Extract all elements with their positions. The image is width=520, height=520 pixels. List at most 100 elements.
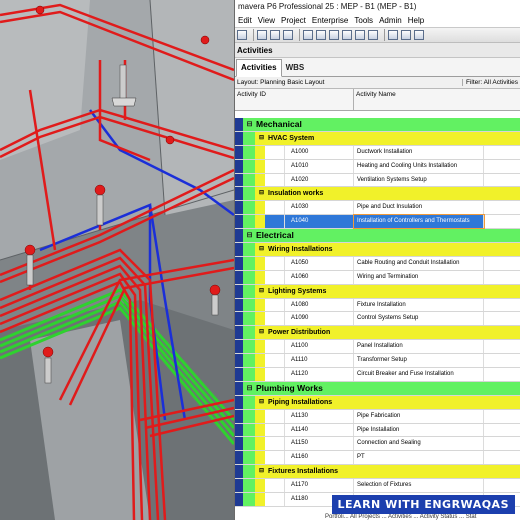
activity-id-cell[interactable]: A1000 <box>285 145 354 159</box>
undo-icon[interactable] <box>237 30 247 40</box>
tab-wbs[interactable]: WBS <box>282 60 309 76</box>
menu-help[interactable]: Help <box>408 14 424 27</box>
activity-row[interactable]: A1100 Panel Installation <box>235 340 520 355</box>
activity-id-cell[interactable]: A1140 <box>285 423 354 437</box>
activity-row[interactable]: A1140 Pipe Installation <box>235 423 520 438</box>
activity-name-cell[interactable]: Pipe Fabrication <box>354 409 484 423</box>
column-header-activity-name[interactable]: Activity Name <box>354 89 520 110</box>
activity-row[interactable]: A1010 Heating and Cooling Units Installat… <box>235 159 520 174</box>
activity-row[interactable]: A1150 Connection and Sealing <box>235 437 520 452</box>
activity-row[interactable]: A1020 Ventilation Systems Setup <box>235 173 520 188</box>
activity-id-cell[interactable]: A1150 <box>285 437 354 451</box>
activity-id-cell[interactable]: A1080 <box>285 298 354 312</box>
activity-name-cell[interactable]: Transformer Setup <box>354 354 484 368</box>
column-header-activity-id[interactable]: Activity ID <box>235 89 354 110</box>
collapse-icon[interactable]: ⊟ <box>255 396 268 409</box>
paste-icon[interactable] <box>329 30 339 40</box>
activity-row[interactable]: A1090 Control Systems Setup <box>235 312 520 327</box>
activity-row-selected[interactable]: A1040 Installation of Controllers and The… <box>235 214 520 230</box>
layout-selector[interactable]: Layout: Planning Basic Layout <box>237 79 324 86</box>
activity-id-cell[interactable]: A1160 <box>285 451 354 465</box>
copy-icon[interactable] <box>316 30 326 40</box>
activity-name-cell[interactable]: Heating and Cooling Units Installation <box>354 159 484 173</box>
bars-icon[interactable] <box>401 30 411 40</box>
wbs-row-level1[interactable]: ⊟ Plumbing Works <box>235 381 520 396</box>
cut-icon[interactable] <box>342 30 352 40</box>
activity-name-cell[interactable]: Fixture Installation <box>354 298 484 312</box>
menu-tools[interactable]: Tools <box>354 14 373 27</box>
collapse-icon[interactable]: ⊟ <box>243 229 256 242</box>
wbs-row-level2[interactable]: ⊟ Power Distribution <box>235 326 520 341</box>
collapse-icon[interactable]: ⊟ <box>255 187 268 200</box>
activity-name-cell[interactable]: PT <box>354 451 484 465</box>
zoom-icon[interactable] <box>414 30 424 40</box>
activity-id-cell[interactable]: A1040 <box>285 215 354 229</box>
3d-model-viewport[interactable] <box>0 0 234 520</box>
filter-icon[interactable] <box>283 30 293 40</box>
collapse-icon[interactable]: ⊟ <box>243 382 256 395</box>
activity-name-cell[interactable]: Ventilation Systems Setup <box>354 173 484 187</box>
menu-admin[interactable]: Admin <box>379 14 402 27</box>
schedule-icon[interactable] <box>368 30 378 40</box>
tab-activities[interactable]: Activities <box>236 59 282 77</box>
wbs-row-level2[interactable]: ⊟ Lighting Systems <box>235 284 520 299</box>
activity-row[interactable]: A1120 Circuit Breaker and Fuse Installati… <box>235 368 520 382</box>
menu-enterprise[interactable]: Enterprise <box>312 14 348 27</box>
wbs-row-level1[interactable]: ⊟ Mechanical <box>235 118 520 132</box>
filter-selector[interactable]: Filter: All Activities <box>461 79 518 86</box>
activity-row[interactable]: A1170 Selection of Fixtures <box>235 479 520 494</box>
wbs-row-level1[interactable]: ⊟ Electrical <box>235 229 520 244</box>
activity-id-cell[interactable]: A1110 <box>285 354 354 368</box>
menu-project[interactable]: Project <box>281 14 306 27</box>
activity-id-cell[interactable]: A1020 <box>285 173 354 187</box>
collapse-icon[interactable]: ⊟ <box>255 326 268 339</box>
activity-id-cell[interactable]: A1130 <box>285 409 354 423</box>
layout-icon[interactable] <box>257 30 267 40</box>
columns-icon[interactable] <box>270 30 280 40</box>
activity-row[interactable]: A1160 PT <box>235 451 520 466</box>
bottom-tab-strip[interactable]: Portfoli... All Projects ... Activities … <box>325 514 476 520</box>
activity-name-cell[interactable]: Pipe and Duct Insulation <box>354 201 484 215</box>
wbs-row-level2[interactable]: ⊟ HVAC System <box>235 131 520 146</box>
wbs-row-level2[interactable]: ⊟ Insulation works <box>235 187 520 202</box>
menu-view[interactable]: View <box>258 14 275 27</box>
collapse-icon[interactable]: ⊟ <box>255 243 268 256</box>
activity-id-cell[interactable]: A1030 <box>285 201 354 215</box>
activity-row[interactable]: A1030 Pipe and Duct Insulation <box>235 201 520 216</box>
activity-row[interactable]: A1060 Wiring and Termination <box>235 270 520 285</box>
activity-row[interactable]: A1110 Transformer Setup <box>235 354 520 369</box>
collapse-icon[interactable]: ⊟ <box>243 118 256 131</box>
activity-row[interactable]: A1050 Cable Routing and Conduit Installat… <box>235 256 520 271</box>
activity-name-cell[interactable]: Circuit Breaker and Fuse Installation <box>354 368 484 381</box>
menu-edit[interactable]: Edit <box>238 14 252 27</box>
mep-3d-model[interactable] <box>0 0 234 520</box>
gantt-icon[interactable] <box>388 30 398 40</box>
activity-row[interactable]: A1000 Ductwork Installation <box>235 145 520 160</box>
activity-row[interactable]: A1130 Pipe Fabrication <box>235 409 520 424</box>
activity-name-cell[interactable]: Pipe Installation <box>354 423 484 437</box>
activity-row[interactable]: A1080 Fixture Installation <box>235 298 520 313</box>
activity-id-cell[interactable]: A1120 <box>285 368 354 381</box>
activity-name-cell[interactable]: Ductwork Installation <box>354 145 484 159</box>
activity-id-cell[interactable]: A1170 <box>285 479 354 493</box>
activity-name-cell[interactable]: Cable Routing and Conduit Installation <box>354 256 484 270</box>
wbs-row-level2[interactable]: ⊟ Wiring Installations <box>235 243 520 257</box>
activity-id-cell[interactable]: A1050 <box>285 256 354 270</box>
activity-name-cell[interactable]: Wiring and Termination <box>354 270 484 284</box>
activity-name-cell[interactable]: Connection and Sealing <box>354 437 484 451</box>
activity-id-cell[interactable]: A1090 <box>285 312 354 326</box>
activity-name-cell[interactable]: Control Systems Setup <box>354 312 484 326</box>
wbs-row-level2[interactable]: ⊟ Fixtures Installations <box>235 465 520 480</box>
activity-name-cell[interactable]: Installation of Controllers and Thermost… <box>353 214 485 230</box>
activity-id-cell[interactable]: A1100 <box>285 340 354 354</box>
add-activity-icon[interactable] <box>303 30 313 40</box>
collapse-icon[interactable]: ⊟ <box>255 132 268 145</box>
collapse-icon[interactable]: ⊟ <box>255 285 268 298</box>
activity-id-cell[interactable]: A1010 <box>285 159 354 173</box>
wbs-row-level2[interactable]: ⊟ Piping Installations <box>235 395 520 410</box>
print-icon[interactable] <box>355 30 365 40</box>
collapse-icon[interactable]: ⊟ <box>255 465 268 478</box>
activity-name-cell[interactable]: Panel Installation <box>354 340 484 354</box>
activity-id-cell[interactable]: A1060 <box>285 270 354 284</box>
activity-name-cell[interactable]: Selection of Fixtures <box>354 479 484 493</box>
